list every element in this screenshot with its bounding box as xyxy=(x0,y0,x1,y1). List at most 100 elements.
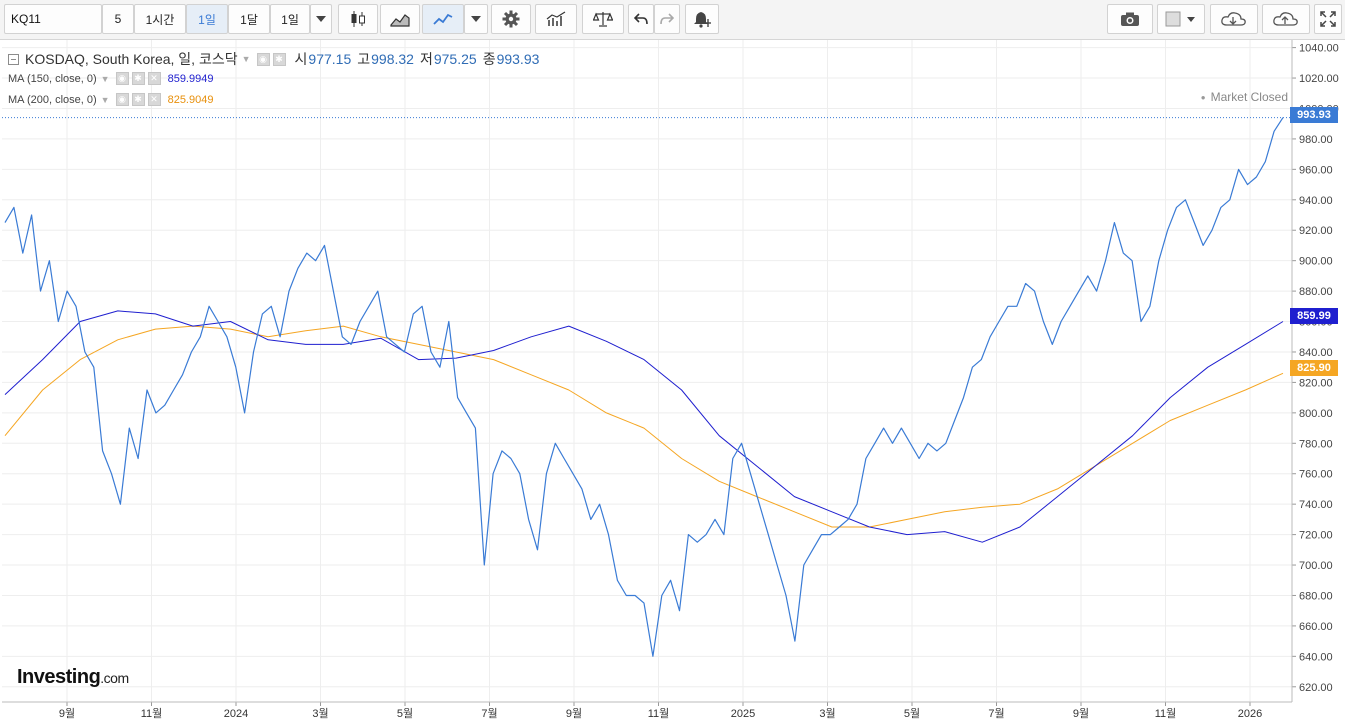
symbol-text: KQ11 xyxy=(11,12,41,26)
ma150-price-tag: 859.99 xyxy=(1290,308,1338,324)
interval-label: 5 xyxy=(114,12,122,26)
caret-down-icon xyxy=(471,16,481,22)
x-tick-label: 7월 xyxy=(988,707,1004,720)
eye-icon[interactable]: ◉ xyxy=(115,93,129,106)
collapse-legend-icon[interactable] xyxy=(8,53,19,65)
interval-1d-label: 1일 xyxy=(198,12,216,27)
line-style-button[interactable] xyxy=(422,4,464,34)
redo-button[interactable] xyxy=(654,4,680,34)
x-tick-label: 2025 xyxy=(731,708,755,720)
candles-style-button[interactable] xyxy=(338,4,378,34)
fullscreen-icon xyxy=(1320,11,1336,27)
logo-suffix: .com xyxy=(100,670,129,686)
price-chart[interactable]: 1040.001020.001000.00980.00960.00940.009… xyxy=(0,40,1345,722)
x-tick-label: 11월 xyxy=(1155,707,1177,720)
y-tick-label: 780.00 xyxy=(1299,438,1333,450)
area-style-button[interactable] xyxy=(380,4,420,34)
ma200-label: MA (200, close, 0) xyxy=(8,93,97,106)
x-tick-label: 9월 xyxy=(59,707,75,720)
caret-down-icon[interactable]: ▼ xyxy=(101,74,110,84)
period-button[interactable]: 1일 xyxy=(270,4,310,34)
x-tick-label: 11월 xyxy=(141,707,163,720)
close-icon[interactable]: ✕ xyxy=(147,72,161,85)
y-tick-label: 680.00 xyxy=(1299,590,1333,602)
ma150-legend: MA (150, close, 0) ▼ ◉ ✱ ✕ 859.9949 xyxy=(8,72,213,85)
y-tick-label: 640.00 xyxy=(1299,651,1333,663)
open-label: 시 xyxy=(294,51,308,67)
price-line xyxy=(4,117,1284,657)
chart-canvas[interactable]: 1040.001020.001000.00980.00960.00940.009… xyxy=(0,40,1345,722)
y-tick-label: 760.00 xyxy=(1299,469,1333,481)
y-tick-label: 720.00 xyxy=(1299,530,1333,542)
caret-down-icon xyxy=(316,16,326,22)
period-label: 1일 xyxy=(281,12,299,27)
period-dropdown-button[interactable] xyxy=(310,4,332,34)
interval-1mo-label: 1달 xyxy=(240,12,258,27)
x-tick-label: 5월 xyxy=(397,707,413,720)
x-tick-label: 9월 xyxy=(566,707,582,720)
ma200-line xyxy=(4,325,1284,528)
undo-button[interactable] xyxy=(628,4,654,34)
ma150-value: 859.9949 xyxy=(167,72,214,85)
eye-icon[interactable]: ◉ xyxy=(256,52,270,66)
y-tick-label: 880.00 xyxy=(1299,286,1333,298)
interval-1mo-button[interactable]: 1달 xyxy=(228,4,270,34)
y-tick-label: 960.00 xyxy=(1299,164,1333,176)
interval-1h-button[interactable]: 1시간 xyxy=(134,4,186,34)
save-chart-button[interactable] xyxy=(1262,4,1310,34)
y-tick-label: 700.00 xyxy=(1299,560,1333,572)
chart-style-dropdown-button[interactable] xyxy=(464,4,488,34)
caret-down-icon[interactable]: ▼ xyxy=(101,95,110,105)
load-chart-button[interactable] xyxy=(1210,4,1258,34)
ma150-line xyxy=(4,310,1284,543)
instrument-title: KOSDAQ, South Korea, 일, 코스닥 xyxy=(25,51,238,67)
bell-plus-icon xyxy=(694,12,711,28)
fullscreen-button[interactable] xyxy=(1314,4,1342,34)
redo-icon xyxy=(660,13,674,25)
cloud-download-icon xyxy=(1221,12,1246,26)
high-value: 998.32 xyxy=(371,51,414,67)
snapshot-button[interactable] xyxy=(1107,4,1153,34)
y-tick-label: 660.00 xyxy=(1299,621,1333,633)
market-status: Market Closed xyxy=(1201,90,1288,104)
y-tick-label: 620.00 xyxy=(1299,682,1333,694)
close-value: 993.93 xyxy=(496,51,540,67)
y-tick-label: 980.00 xyxy=(1299,134,1333,146)
compare-button[interactable] xyxy=(582,4,624,34)
eye-icon[interactable]: ◉ xyxy=(115,72,129,85)
investing-logo: Investing.com xyxy=(17,666,129,689)
close-label: 종 xyxy=(482,51,496,67)
camera-icon xyxy=(1121,12,1139,26)
line-chart-icon xyxy=(433,13,453,25)
x-tick-label: 5월 xyxy=(904,707,920,720)
caret-down-icon[interactable]: ▼ xyxy=(242,54,251,64)
ma200-value: 825.9049 xyxy=(167,93,214,106)
x-tick-label: 7월 xyxy=(481,707,497,720)
ma200-price-tag: 825.90 xyxy=(1290,360,1338,376)
gear-icon[interactable]: ✱ xyxy=(131,72,145,85)
y-tick-label: 800.00 xyxy=(1299,408,1333,420)
area-chart-icon xyxy=(390,14,410,27)
settings-button[interactable] xyxy=(491,4,531,34)
low-label: 저 xyxy=(419,51,433,67)
interval-1h-label: 1시간 xyxy=(145,12,175,27)
y-tick-label: 1020.00 xyxy=(1299,73,1339,85)
symbol-input[interactable]: KQ11 xyxy=(4,4,102,34)
interval-button[interactable]: 5 xyxy=(102,4,134,34)
indicators-icon xyxy=(546,11,566,26)
logo-brand: Investing xyxy=(17,666,101,688)
x-tick-label: 2024 xyxy=(224,708,248,720)
interval-1d-button[interactable]: 1일 xyxy=(186,4,228,34)
close-icon[interactable]: ✕ xyxy=(147,93,161,106)
x-tick-label: 11월 xyxy=(648,707,670,720)
gear-icon[interactable]: ✱ xyxy=(272,52,286,66)
main-legend: KOSDAQ, South Korea, 일, 코스닥 ▼ ◉ ✱ 시 977.1… xyxy=(8,49,539,69)
y-tick-label: 740.00 xyxy=(1299,499,1333,511)
low-value: 975.25 xyxy=(433,51,477,67)
indicators-button[interactable] xyxy=(535,4,577,34)
color-theme-button[interactable] xyxy=(1157,4,1205,34)
y-tick-label: 900.00 xyxy=(1299,256,1333,268)
ma200-legend: MA (200, close, 0) ▼ ◉ ✱ ✕ 825.9049 xyxy=(8,93,213,106)
gear-icon[interactable]: ✱ xyxy=(131,93,145,106)
alert-button[interactable] xyxy=(685,4,719,34)
